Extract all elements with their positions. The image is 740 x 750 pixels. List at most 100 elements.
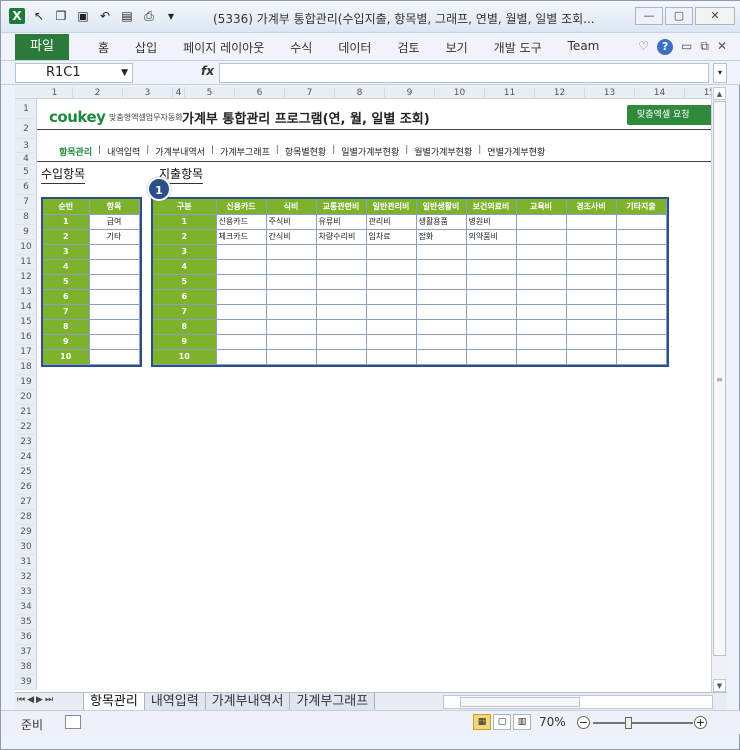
table-cell[interactable] [516,349,567,365]
table-cell[interactable] [416,334,467,350]
normal-view-icon[interactable]: ▦ [473,714,491,730]
row-header[interactable]: 20 [15,390,37,405]
table-cell[interactable]: 의약품비 [466,229,517,245]
row-header[interactable]: 23 [15,435,37,450]
row-header[interactable]: 32 [15,570,37,585]
table-cell[interactable] [216,349,267,365]
scroll-down-icon[interactable]: ▼ [713,679,726,692]
table-cell[interactable] [89,349,140,365]
table-cell[interactable] [466,349,517,365]
row-header[interactable]: 4 [15,153,37,165]
insert-function-icon[interactable]: fx [201,64,214,78]
row-header[interactable]: 29 [15,525,37,540]
row-header[interactable]: 25 [15,465,37,480]
row-header[interactable]: 26 [15,480,37,495]
column-header[interactable]: 4 [173,87,185,99]
row-header[interactable]: 5 [15,165,37,180]
table-cell[interactable] [416,244,467,260]
row-header[interactable]: 34 [15,600,37,615]
table-cell[interactable]: 기타 [89,229,140,245]
table-cell[interactable] [316,349,367,365]
table-cell[interactable] [266,349,317,365]
table-cell[interactable] [316,334,367,350]
column-header[interactable]: 10 [435,87,485,99]
sheet-tab[interactable]: 항목관리 [83,693,145,711]
table-cell[interactable] [466,304,517,320]
column-header[interactable]: 5 [185,87,235,99]
table-cell[interactable]: 급여 [89,214,140,230]
table-cell[interactable] [416,289,467,305]
column-header[interactable]: 11 [485,87,535,99]
table-cell[interactable] [616,319,667,335]
menu-item[interactable]: 항목관리 [53,145,98,158]
zoom-knob[interactable] [625,717,632,729]
table-cell[interactable] [566,349,617,365]
ribbon-tab[interactable]: 검토 [384,39,432,56]
table-cell[interactable] [566,214,617,230]
table-cell[interactable] [89,259,140,275]
table-cell[interactable]: 생활용품 [416,214,467,230]
form-icon[interactable]: ▤ [119,8,135,24]
column-header[interactable]: 3 [123,87,173,99]
menu-item[interactable]: 월별가계부현황 [408,145,478,158]
table-cell[interactable]: 잡화 [416,229,467,245]
zoom-slider[interactable]: − + [577,716,707,730]
table-cell[interactable] [89,274,140,290]
table-cell[interactable] [266,259,317,275]
vertical-scrollbar[interactable]: ▲ ≡ ▼ [711,87,727,692]
collapse-ribbon-icon[interactable]: ♡ [638,39,649,55]
column-header[interactable]: 12 [535,87,585,99]
table-cell[interactable] [416,319,467,335]
name-box[interactable]: R1C1 ▼ [15,63,133,83]
sheet-tab[interactable]: 가계부내역서 [204,693,291,711]
column-header[interactable]: 9 [385,87,435,99]
scroll-thumb[interactable]: ≡ [713,101,726,656]
ribbon-tab[interactable]: 페이지 레이아웃 [170,39,277,56]
row-header[interactable]: 14 [15,300,37,315]
table-cell[interactable] [466,259,517,275]
row-header[interactable]: 13 [15,285,37,300]
table-cell[interactable] [616,259,667,275]
table-cell[interactable] [316,289,367,305]
table-cell[interactable] [566,334,617,350]
table-cell[interactable] [216,259,267,275]
table-cell[interactable] [216,334,267,350]
sheet-tab[interactable]: 가계부그래프 [289,693,376,711]
table-cell[interactable] [516,244,567,260]
table-cell[interactable]: 병원비 [466,214,517,230]
table-cell[interactable] [366,319,417,335]
zoom-out-icon[interactable]: − [577,716,590,729]
row-header[interactable]: 6 [15,180,37,195]
table-cell[interactable] [466,289,517,305]
restore-workbook-icon[interactable]: ⧉ [700,39,709,55]
table-cell[interactable] [416,349,467,365]
table-cell[interactable] [89,304,140,320]
table-cell[interactable] [416,274,467,290]
first-sheet-icon[interactable]: ⏮ [17,695,25,705]
close-workbook-icon[interactable]: ✕ [717,39,727,55]
customize-qat-icon[interactable]: ▾ [163,8,179,24]
table-cell[interactable]: 신용카드 [216,214,267,230]
row-header[interactable]: 9 [15,225,37,240]
table-cell[interactable] [566,259,617,275]
table-cell[interactable] [316,304,367,320]
table-cell[interactable] [616,289,667,305]
row-header[interactable]: 30 [15,540,37,555]
undo-icon[interactable]: ↶ [97,8,113,24]
table-cell[interactable] [366,334,417,350]
row-header[interactable]: 39 [15,675,37,690]
table-cell[interactable] [89,289,140,305]
horizontal-scroll-thumb[interactable] [460,697,580,707]
table-cell[interactable] [266,244,317,260]
row-header[interactable]: 21 [15,405,37,420]
horizontal-scrollbar[interactable] [443,695,713,709]
close-button[interactable]: ✕ [695,7,735,25]
table-cell[interactable] [516,214,567,230]
ribbon-tab[interactable]: 홈 [85,39,122,56]
ribbon-tab[interactable]: Team [555,39,613,56]
row-header[interactable]: 17 [15,345,37,360]
table-cell[interactable]: 주식비 [266,214,317,230]
chevron-down-icon[interactable]: ▼ [121,64,128,82]
row-header[interactable]: 16 [15,330,37,345]
menu-item[interactable]: 항목별현황 [279,145,332,158]
